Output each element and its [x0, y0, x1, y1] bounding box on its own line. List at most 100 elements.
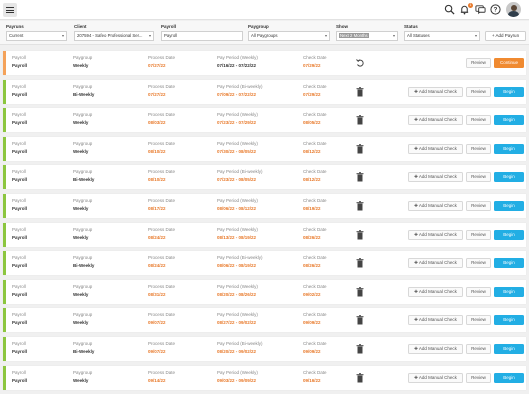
trash-icon[interactable]: [356, 86, 364, 97]
review-button[interactable]: Review: [466, 201, 491, 211]
check-date-label: Check Date: [303, 112, 327, 118]
review-button[interactable]: Review: [466, 372, 491, 383]
trash-icon[interactable]: [356, 286, 364, 297]
pay-period-label: Pay Period (Weekly): [217, 112, 258, 118]
payroll-value: Payroll: [12, 291, 28, 297]
show-select[interactable]: Next 2 Months ▾: [336, 31, 398, 41]
begin-button[interactable]: Begin: [494, 115, 524, 126]
begin-button[interactable]: Begin: [494, 372, 524, 383]
trash-icon[interactable]: [356, 143, 364, 154]
status-label: Status: [404, 24, 418, 29]
trash-icon[interactable]: [356, 258, 364, 268]
add-payrun-button[interactable]: + Add Payrun: [485, 31, 526, 41]
review-button[interactable]: Review: [466, 86, 491, 97]
plus-icon: ✚: [414, 174, 418, 180]
check-date-label: Check Date: [303, 226, 327, 232]
begin-button[interactable]: Begin: [494, 86, 524, 97]
add-manual-check-button[interactable]: ✚ Add Manual Check: [408, 372, 463, 383]
help-icon[interactable]: ?: [490, 4, 501, 15]
review-button[interactable]: Review: [466, 143, 491, 154]
show-label: Show: [336, 24, 348, 29]
payroll-label: Payroll: [12, 341, 26, 346]
add-manual-check-button[interactable]: ✚ Add Manual Check: [408, 286, 463, 297]
begin-button[interactable]: Begin: [494, 172, 524, 183]
add-manual-check-button[interactable]: ✚ Add Manual Check: [408, 115, 463, 126]
payrun-row: Payroll Payroll Paygroup Bi-Weekly Process D…: [3, 165, 526, 190]
payroll-value: Payroll: [12, 120, 28, 126]
add-manual-check-button[interactable]: ✚ Add Manual Check: [408, 201, 463, 211]
payrun-row: Payroll Payroll Paygroup Bi-Weekly Process D…: [3, 79, 526, 104]
status-select[interactable]: All Statuses ▾: [404, 31, 480, 41]
undo-icon[interactable]: [356, 58, 364, 68]
review-button[interactable]: Review: [466, 344, 491, 354]
avatar[interactable]: [506, 2, 521, 17]
payroll-select[interactable]: Payroll: [161, 31, 243, 41]
pay-period-value: 08/27/22 - 09/02/22: [217, 320, 257, 326]
process-date-value: 08/31/22: [148, 291, 166, 297]
check-date-value: 08/19/22: [303, 206, 321, 211]
paygroup-select[interactable]: All Paygroups ▾: [248, 31, 330, 41]
process-date-label: Process Date: [148, 283, 176, 289]
pay-period-label: Pay Period (Bi-weekly): [217, 83, 263, 89]
payroll-value: Payroll: [12, 263, 28, 269]
add-manual-check-button[interactable]: ✚ Add Manual Check: [408, 143, 463, 154]
payroll-value: Payroll: [12, 91, 28, 97]
paygroup-label: Paygroup: [73, 226, 93, 232]
begin-button[interactable]: Begin: [494, 344, 524, 354]
top-bar: 1 ?: [0, 0, 529, 20]
review-button[interactable]: Review: [466, 315, 491, 326]
process-date-value: 07/27/22: [148, 63, 166, 68]
menu-icon[interactable]: [3, 3, 17, 17]
payroll-label: Payroll: [12, 169, 26, 175]
begin-button[interactable]: Begin: [494, 143, 524, 154]
pay-period-label: Pay Period (Weekly): [217, 55, 258, 60]
check-date-label: Check Date: [303, 169, 327, 175]
trash-icon[interactable]: [356, 172, 364, 182]
add-manual-check-button[interactable]: ✚ Add Manual Check: [408, 258, 463, 269]
trash-icon[interactable]: [356, 315, 364, 325]
pay-period-value: 07/23/22 - 07/29/22: [217, 120, 257, 126]
add-manual-check-button[interactable]: ✚ Add Manual Check: [408, 229, 463, 240]
add-manual-check-button[interactable]: ✚ Add Manual Check: [408, 315, 463, 326]
check-date-value: 07/29/22: [303, 63, 321, 68]
review-button[interactable]: Review: [466, 286, 491, 297]
pay-period-value: 08/20/22 - 09/02/22: [217, 349, 257, 354]
process-date-value: 08/17/22: [148, 206, 166, 211]
trash-icon[interactable]: [356, 372, 364, 383]
payruns-select[interactable]: Current ▾: [6, 31, 67, 41]
review-button[interactable]: Review: [466, 258, 491, 269]
review-button[interactable]: Review: [466, 172, 491, 183]
review-button[interactable]: Review: [466, 58, 491, 68]
paygroup-value: Weekly: [73, 234, 89, 240]
trash-icon[interactable]: [356, 344, 364, 354]
begin-button[interactable]: Begin: [494, 229, 524, 240]
pay-period-value: 09/03/22 - 09/09/22: [217, 377, 257, 383]
paygroup-value: Bi-Weekly: [73, 91, 95, 97]
process-date-value: 08/03/22: [148, 120, 166, 126]
add-manual-check-button[interactable]: ✚ Add Manual Check: [408, 344, 463, 354]
add-manual-check-button[interactable]: ✚ Add Manual Check: [408, 172, 463, 183]
pay-period-value: 07/23/22 - 08/05/22: [217, 177, 257, 183]
chat-icon[interactable]: [475, 4, 486, 15]
trash-icon[interactable]: [356, 201, 364, 211]
begin-button[interactable]: Begin: [494, 286, 524, 297]
trash-icon[interactable]: [356, 229, 364, 240]
begin-button[interactable]: Begin: [494, 258, 524, 269]
process-date-label: Process Date: [148, 341, 176, 346]
pay-period-label: Pay Period (Bi-weekly): [217, 341, 263, 346]
continue-button[interactable]: Continue: [494, 58, 524, 68]
review-button[interactable]: Review: [466, 229, 491, 240]
search-icon[interactable]: [444, 4, 455, 15]
process-date-value: 07/27/22: [148, 91, 166, 97]
review-button[interactable]: Review: [466, 115, 491, 126]
add-manual-check-button[interactable]: ✚ Add Manual Check: [408, 86, 463, 97]
process-date-value: 08/10/22: [148, 148, 166, 154]
payroll-value: Payroll: [12, 320, 28, 326]
client-select[interactable]: 207594 - Safeo Professional Ser... ▾: [74, 31, 154, 41]
begin-button[interactable]: Begin: [494, 201, 524, 211]
trash-icon[interactable]: [356, 115, 364, 125]
begin-button[interactable]: Begin: [494, 315, 524, 326]
payrun-row: Payroll Payroll Paygroup Weekly Process Date…: [3, 308, 526, 333]
plus-icon: ✚: [414, 203, 418, 208]
process-date-label: Process Date: [148, 198, 176, 203]
